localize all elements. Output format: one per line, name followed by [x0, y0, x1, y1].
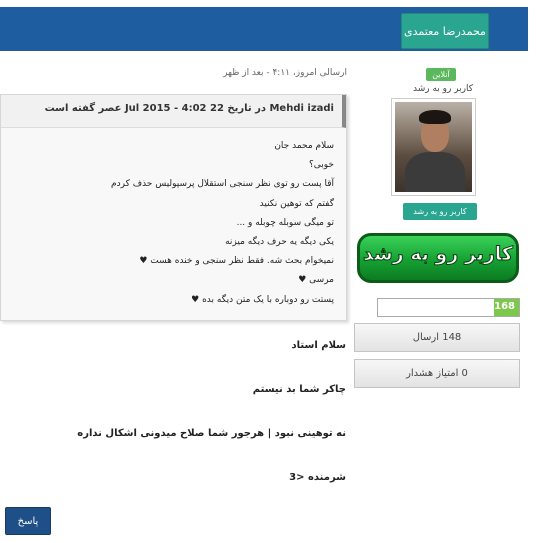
quote-body: سلام محمد جان خوبی؟ آقا پست رو توی نظر س… [14, 137, 334, 310]
quote-line: نمیخوام بحث شه. فقط نظر سنجی و خنده هست … [139, 256, 334, 267]
warning-points-button[interactable]: 0 امتیاز هشدار [354, 359, 520, 388]
quote-line: سلام محمد جان [274, 141, 334, 151]
post-date: ارسالی امروز، ۴:۱۱ - بعد از ظهر [223, 68, 347, 78]
user-rank-title: کاربر رو به رشد [412, 84, 474, 94]
quote-block: Mehdi izadi در تاریخ 22 Jul 2015 - 4:02 … [0, 94, 347, 321]
post-body: سلام استاد چاکر شما بد نیستم نه توهینی ن… [66, 340, 346, 494]
post-line: چاکر شما بد نیستم [252, 384, 346, 395]
online-status-badge: آنلاین [426, 68, 456, 81]
reputation-value: 168 [494, 301, 515, 312]
rank-banner-image: کاربر رو به رشد [357, 233, 519, 283]
reputation-bar[interactable]: 168 [377, 298, 520, 317]
avatar-hair [419, 110, 451, 124]
rank-badge: کاربر رو به رشد [403, 203, 477, 220]
username-button[interactable]: محمدرضا معتمدی [401, 13, 489, 49]
quote-line: خوبی؟ [309, 160, 334, 171]
reply-button[interactable]: پاسخ [5, 507, 51, 535]
quote-line: پستت رو دوباره با یک متن دیگه بده ♥ [191, 294, 334, 305]
avatar-image [395, 102, 472, 192]
post-line: سلام استاد [291, 340, 346, 351]
rank-banner-text: کاربر رو به رشد [363, 243, 514, 266]
post-line-gap [66, 406, 346, 428]
avatar-body [405, 152, 465, 192]
posts-count-button[interactable]: 148 ارسال [354, 323, 520, 352]
post-line-gap [66, 362, 346, 384]
quote-header-text: Mehdi izadi در تاریخ 22 Jul 2015 - 4:02 … [44, 103, 334, 114]
quote-line: یکی دیگه یه حرف دیگه میزنه [225, 237, 334, 248]
post-line: شرمنده <3 [289, 472, 346, 483]
avatar[interactable] [391, 98, 476, 196]
quote-line: مرسی ♥ [298, 275, 334, 286]
quote-header: Mehdi izadi در تاریخ 22 Jul 2015 - 4:02 … [1, 95, 346, 128]
post-line-gap [66, 450, 346, 472]
quote-line: تو میگی سوبله چوبله و ... [236, 217, 334, 228]
post-line: نه توهینی نبود | هرجور شما صلاح میدونی ا… [77, 428, 346, 439]
quote-line: گفتم که توهین نکنید [259, 198, 334, 209]
quote-line: آقا پست رو توی نظر سنجی استقلال پرسپولیس… [111, 179, 334, 190]
